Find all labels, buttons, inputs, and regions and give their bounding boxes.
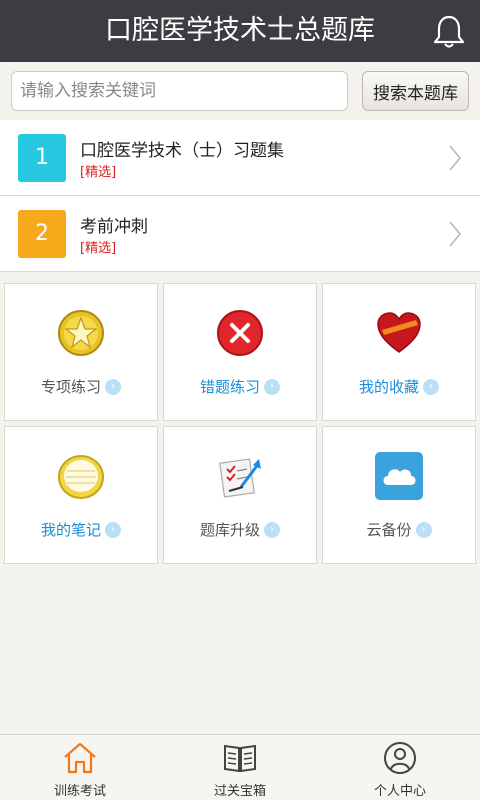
tab-label: 训练考试 xyxy=(53,784,106,799)
bell-icon[interactable] xyxy=(432,14,466,50)
chevron-right-icon xyxy=(449,221,462,247)
tab-level-chest[interactable]: 过关宝箱 xyxy=(160,735,320,800)
tile-label: 题库升级 xyxy=(199,521,260,539)
arrow-circle-icon: › xyxy=(105,378,121,395)
tile-favorites[interactable]: 我的收藏 › xyxy=(322,283,476,421)
tab-training-exam[interactable]: 训练考试 xyxy=(0,735,160,800)
bank-item-2[interactable]: 2 考前冲刺 [精选] xyxy=(0,196,480,272)
tab-personal-center[interactable]: 个人中心 xyxy=(320,735,480,800)
tile-upgrade[interactable]: 题库升级 › xyxy=(163,426,317,564)
bank-tag: [精选] xyxy=(80,241,117,256)
tile-cloud-backup[interactable]: 云备份 › xyxy=(322,426,476,564)
title-bar: 口腔医学技术士总题库 xyxy=(0,0,480,62)
bank-item-1[interactable]: 1 口腔医学技术（士）习题集 [精选] xyxy=(0,120,480,196)
chevron-right-icon xyxy=(449,145,462,171)
tab-label: 个人中心 xyxy=(373,784,426,799)
page-title: 口腔医学技术士总题库 xyxy=(105,15,375,46)
bank-tag: [精选] xyxy=(80,165,117,180)
user-icon xyxy=(384,742,416,774)
bottom-tab-bar: 训练考试 过关宝箱 个人中心 xyxy=(0,734,480,800)
notepad-icon xyxy=(58,455,104,499)
arrow-circle-icon: › xyxy=(105,521,121,538)
tab-label: 过关宝箱 xyxy=(213,784,266,799)
bank-number-badge: 1 xyxy=(18,134,66,182)
arrow-circle-icon: › xyxy=(423,378,439,395)
cloud-backup-icon xyxy=(375,452,423,500)
favorite-heart-icon xyxy=(377,312,421,353)
search-bank-button[interactable]: 搜索本题库 xyxy=(362,71,469,111)
tile-label: 我的笔记 xyxy=(40,521,101,539)
upgrade-checklist-icon xyxy=(219,458,261,498)
question-bank-list: 1 口腔医学技术（士）习题集 [精选] 2 考前冲刺 [精选] xyxy=(0,120,480,272)
book-icon xyxy=(224,744,256,773)
tile-label: 我的收藏 xyxy=(358,378,419,396)
arrow-circle-icon: › xyxy=(415,521,432,538)
tile-label: 云备份 xyxy=(366,521,412,539)
bank-number-badge: 2 xyxy=(18,210,66,258)
tile-label: 错题练习 xyxy=(199,378,260,396)
tile-notes[interactable]: 我的笔记 › xyxy=(4,426,158,564)
tile-special-practice[interactable]: 专项练习 › xyxy=(4,283,158,421)
tile-label: 专项练习 xyxy=(40,378,101,396)
search-input[interactable] xyxy=(11,71,348,111)
arrow-circle-icon: › xyxy=(264,378,280,395)
gold-star-icon xyxy=(58,310,104,356)
bank-name: 考前冲刺 xyxy=(80,217,148,237)
arrow-circle-icon: › xyxy=(264,521,280,538)
error-x-icon xyxy=(217,310,263,356)
bank-name: 口腔医学技术（士）习题集 xyxy=(80,141,284,161)
tile-wrong-answers[interactable]: 错题练习 › xyxy=(163,283,317,421)
search-bar: 搜索本题库 xyxy=(0,62,480,120)
home-icon xyxy=(64,742,96,774)
